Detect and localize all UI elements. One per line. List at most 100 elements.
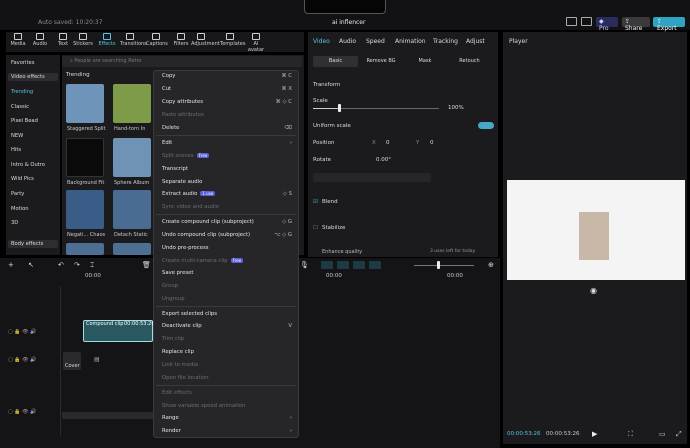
- inspector-tab-adjust[interactable]: Adjust: [466, 38, 485, 45]
- position-y-input[interactable]: 0: [430, 140, 434, 146]
- select-tool-icon[interactable]: ↖: [28, 261, 34, 269]
- nav-item-body-effects[interactable]: Body effects: [8, 240, 58, 248]
- subtab-retouch[interactable]: Retouch: [447, 56, 492, 67]
- export-button[interactable]: ⇪ Export: [653, 17, 685, 32]
- scale-value[interactable]: 100%: [448, 105, 464, 111]
- menu-item-undo-pre-process[interactable]: Undo pre-process: [162, 245, 208, 251]
- inspector-tab-video[interactable]: Video: [313, 38, 330, 45]
- inspector-tab-tracking[interactable]: Tracking: [433, 38, 458, 45]
- play-icon[interactable]: ▶: [592, 430, 597, 438]
- menu-item-label: Separate audio: [162, 179, 203, 185]
- tab-templates[interactable]: Templates: [220, 33, 245, 47]
- audio-track-clip[interactable]: [62, 412, 154, 419]
- inspector-tab-audio[interactable]: Audio: [339, 38, 356, 45]
- effect-thumb-detach-static[interactable]: [113, 190, 151, 229]
- rotate-input[interactable]: 0.00°: [376, 157, 391, 163]
- nav-item-trending[interactable]: Trending: [8, 88, 58, 96]
- layout-icon[interactable]: [566, 17, 577, 26]
- split-icon[interactable]: ⌶: [90, 261, 94, 270]
- menu-item-export-selected-clips[interactable]: Export selected clips: [162, 311, 217, 317]
- menu-item-transcript[interactable]: Transcript: [162, 166, 188, 172]
- ratio-icon[interactable]: ▭: [659, 430, 666, 438]
- nav-item-party[interactable]: Party: [8, 190, 58, 198]
- track-lock-icon[interactable]: ▢ 🔒 👁 🔊: [8, 357, 36, 363]
- tab-ai-avatar[interactable]: AI avatar: [246, 33, 266, 53]
- nav-item-3d[interactable]: 3D: [8, 219, 58, 227]
- nav-item-pixel-bead[interactable]: Pixel Bead: [8, 117, 58, 125]
- delete-icon[interactable]: 🗑: [142, 261, 151, 269]
- preview-axis-toggle[interactable]: [369, 261, 381, 269]
- player-preview[interactable]: [507, 180, 685, 280]
- menu-item-save-preset[interactable]: Save preset: [162, 270, 193, 276]
- nav-item-motion[interactable]: Motion: [8, 205, 58, 213]
- pro-button[interactable]: ◆ Pro: [596, 17, 618, 32]
- magnet-toggle[interactable]: [337, 261, 349, 269]
- effect-thumb-negative-chaos[interactable]: [66, 190, 104, 229]
- menu-item-render[interactable]: Render: [162, 428, 181, 434]
- nav-item-video-effects[interactable]: Video effects: [8, 73, 58, 81]
- menu-item-copy-attributes[interactable]: Copy attributes: [162, 99, 203, 105]
- mic-icon[interactable]: 🎙: [300, 261, 309, 269]
- redo-icon[interactable]: ↷: [74, 261, 80, 269]
- effects-search-input[interactable]: ⌕ People are searching Retro: [62, 56, 302, 67]
- blend-checkbox[interactable]: ☑: [313, 199, 318, 205]
- track-lock-icon[interactable]: ▢ 🔒 👁 🔊: [8, 409, 36, 415]
- inspector-tab-speed[interactable]: Speed: [366, 38, 385, 45]
- menu-item-range[interactable]: Range: [162, 415, 179, 421]
- nav-item-wild-pics[interactable]: Wild Pics: [8, 175, 58, 183]
- menu-item-delete[interactable]: Delete: [162, 125, 179, 131]
- snap-toggle[interactable]: [353, 261, 365, 269]
- menu-item-edit[interactable]: Edit: [162, 140, 172, 146]
- nav-item-hits[interactable]: Hits: [8, 146, 58, 154]
- tab-filters[interactable]: Filters: [171, 33, 191, 47]
- effect-thumb[interactable]: [113, 243, 151, 255]
- inspector-tab-animation[interactable]: Animation: [395, 38, 426, 45]
- tab-transitions[interactable]: Transitions: [120, 33, 147, 47]
- expand-icon[interactable]: ⤢: [676, 430, 682, 439]
- tab-text[interactable]: Text: [53, 33, 73, 47]
- menu-item-replace-clip[interactable]: Replace clip: [162, 349, 194, 355]
- tab-effects[interactable]: Effects: [97, 33, 117, 47]
- fullscreen-icon[interactable]: ⛶: [628, 430, 633, 439]
- link-toggle[interactable]: [321, 261, 333, 269]
- effect-thumb-background-fit[interactable]: [66, 138, 104, 177]
- tab-media[interactable]: Media: [8, 33, 28, 47]
- menu-item-separate-audio[interactable]: Separate audio: [162, 179, 202, 185]
- zoom-slider-handle[interactable]: [437, 261, 440, 269]
- nav-item-new[interactable]: NEW: [8, 132, 58, 140]
- menu-item-cut[interactable]: Cut: [162, 86, 171, 92]
- subtab-mask[interactable]: Mask: [405, 56, 445, 67]
- settings-icon[interactable]: [581, 17, 592, 26]
- subtab-basic[interactable]: Basic: [313, 56, 358, 67]
- track-lock-icon[interactable]: ▢ 🔒 👁 🔊: [8, 329, 36, 335]
- tab-audio[interactable]: Audio: [30, 33, 50, 47]
- tab-adjustment[interactable]: Adjustment: [191, 33, 220, 47]
- effect-thumb-hand-torn-in[interactable]: [113, 84, 151, 123]
- stabilize-checkbox[interactable]: ☐: [313, 225, 318, 231]
- nav-item-classic[interactable]: Classic: [8, 103, 58, 111]
- effect-thumb-sphere-album[interactable]: [113, 138, 151, 177]
- menu-item-deactivate-clip[interactable]: Deactivate clip: [162, 323, 202, 329]
- zoom-fit-icon[interactable]: ⊕: [488, 261, 494, 269]
- project-name[interactable]: ai inflencer: [332, 19, 365, 26]
- effect-thumb-staggered-split[interactable]: [66, 84, 104, 123]
- menu-item-extract-audio[interactable]: Extract audio 1 use: [162, 191, 216, 197]
- effect-thumb[interactable]: [66, 243, 104, 255]
- uniform-scale-toggle[interactable]: [478, 122, 494, 129]
- tab-captions[interactable]: Captions: [146, 33, 168, 47]
- add-icon[interactable]: +: [8, 261, 14, 269]
- menu-item-undo-compound-clip-subproject[interactable]: Undo compound clip (subproject): [162, 232, 250, 238]
- menu-item-copy[interactable]: Copy: [162, 73, 175, 79]
- scale-slider-handle[interactable]: [338, 104, 341, 112]
- align-buttons[interactable]: [313, 173, 431, 182]
- position-x-input[interactable]: 0: [386, 140, 390, 146]
- menu-item-create-compound-clip-subproject[interactable]: Create compound clip (subproject): [162, 219, 254, 225]
- tab-stickers[interactable]: Stickers: [73, 33, 93, 47]
- nav-item-intro-outro[interactable]: Intro & Outro: [8, 161, 58, 169]
- nav-item-favorites[interactable]: Favorites: [8, 59, 58, 67]
- share-button[interactable]: ⇪ Share: [622, 17, 650, 32]
- zoom-slider[interactable]: [414, 265, 474, 266]
- subtab-remove-bg[interactable]: Remove BG: [360, 56, 402, 67]
- undo-icon[interactable]: ↶: [58, 261, 64, 269]
- menu-item-label: Copy: [162, 73, 176, 79]
